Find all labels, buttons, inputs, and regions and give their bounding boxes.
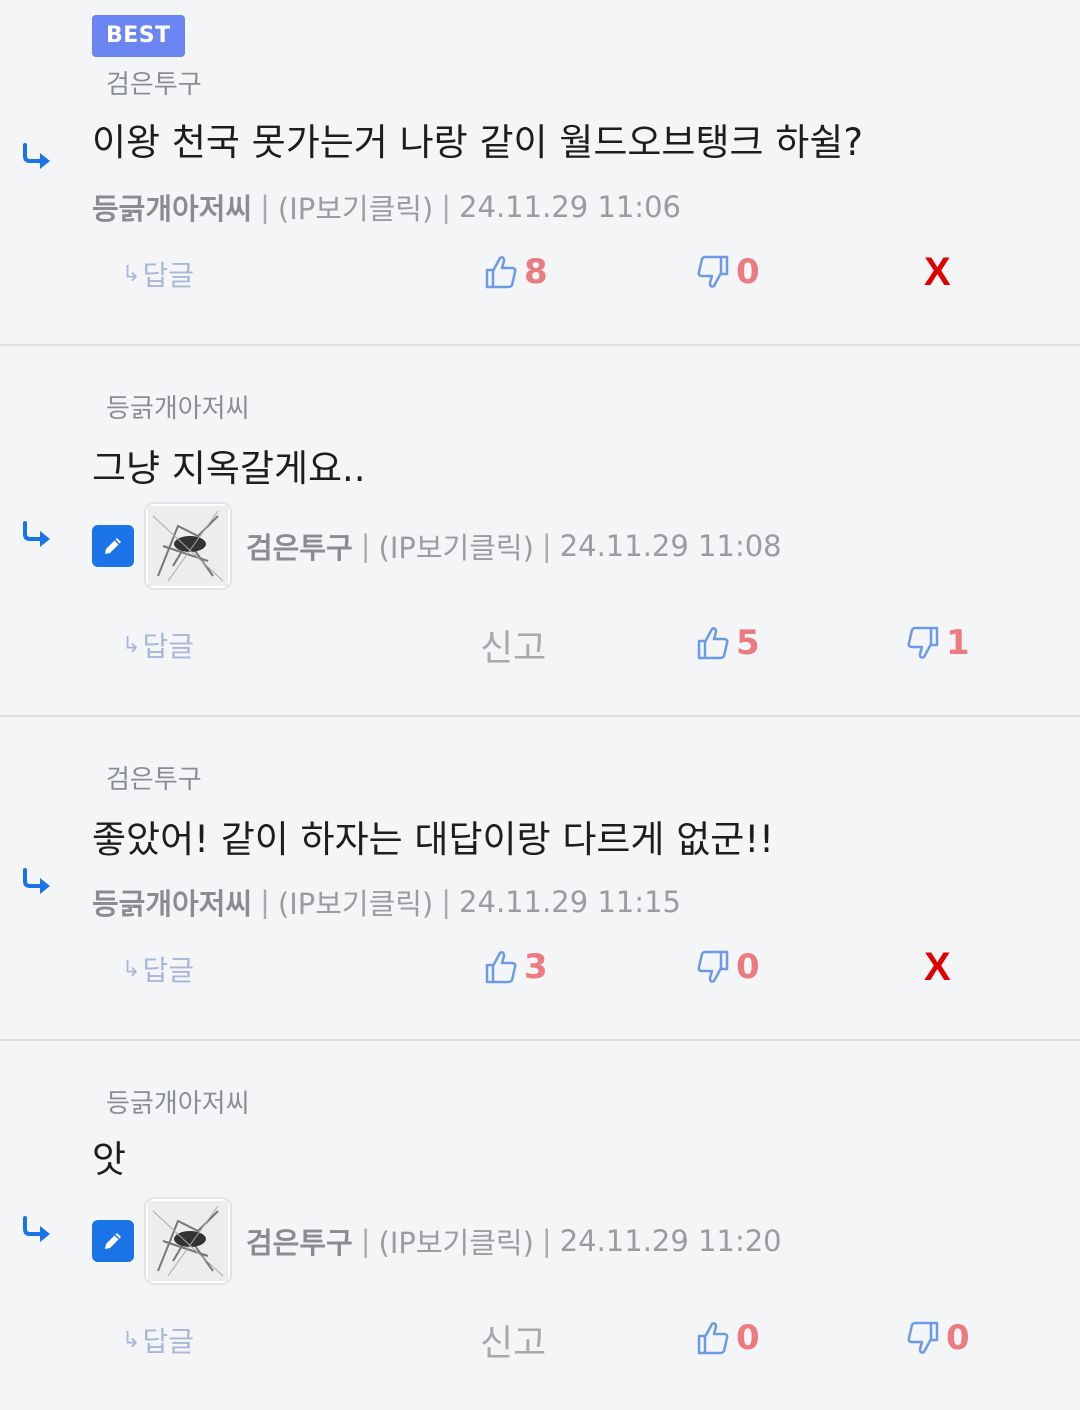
separator: | (441, 190, 452, 224)
thumbs-down-icon (907, 626, 939, 659)
reply-label: 답글 (142, 1325, 194, 1358)
thumbs-down-icon (697, 950, 729, 983)
ip-view-link[interactable]: (IP보기클릭) (379, 525, 534, 567)
separator: | (260, 190, 270, 224)
ip-view-link[interactable]: (IP보기클릭) (278, 881, 433, 923)
separator: | (541, 529, 552, 563)
ip-view-link[interactable]: (IP보기클릭) (379, 1220, 534, 1262)
avatar[interactable] (146, 1199, 230, 1283)
comment-datetime: 24.11.29 11:06 (459, 190, 681, 224)
upvote-button[interactable]: 0 (696, 1318, 760, 1358)
downvote-button[interactable]: 0 (696, 252, 760, 292)
separator: | (360, 1224, 371, 1258)
upvote-count: 3 (524, 947, 548, 987)
reply-button[interactable]: ↳ 답글 (122, 254, 194, 294)
thumbs-up-icon (485, 951, 517, 984)
upvote-button[interactable]: 5 (696, 623, 760, 663)
avatar[interactable] (146, 504, 230, 588)
comment-actions: ↳ 답글 8 0 X (0, 248, 1080, 298)
upvote-count: 8 (524, 252, 548, 292)
report-button[interactable]: 신고 (480, 619, 546, 671)
best-badge: BEST (92, 15, 185, 57)
comment-text: 그냥 지옥갈게요.. (92, 447, 366, 490)
reply-arrow-icon (20, 142, 54, 172)
separator: | (360, 529, 371, 563)
comment-text: 이왕 천국 못가는거 나랑 같이 월드오브탱크 하쉴? (92, 121, 864, 164)
comment-text: 좋았어! 같이 하자는 대답이랑 다르게 없군!! (92, 818, 774, 861)
downvote-button[interactable]: 0 (696, 947, 760, 987)
author-name[interactable]: 검은투구 (246, 1220, 353, 1262)
reply-label: 답글 (142, 954, 194, 987)
reply-label: 답글 (142, 259, 194, 292)
ip-view-link[interactable]: (IP보기클릭) (278, 186, 433, 228)
comment-actions: ↳ 답글 신고 0 0 (0, 1314, 1080, 1364)
comment: 검은투구 좋았어! 같이 하자는 대답이랑 다르게 없군!! 등긁개아저씨 | … (0, 717, 1080, 1041)
thumbs-down-icon (697, 255, 729, 288)
reply-to-name[interactable]: 검은투구 (106, 759, 202, 796)
reply-small-icon: ↳ (122, 956, 141, 982)
upvote-count: 0 (736, 1318, 760, 1358)
delete-button[interactable]: X (924, 945, 951, 990)
comment-meta: 검은투구 | (IP보기클릭) | 24.11.29 11:08 (92, 504, 782, 588)
thumbs-down-icon (907, 1321, 939, 1354)
comment-meta: 등긁개아저씨 | (IP보기클릭) | 24.11.29 11:06 (92, 186, 681, 228)
reply-to-name[interactable]: 검은투구 (106, 64, 202, 101)
upvote-button[interactable]: 8 (484, 252, 548, 292)
reply-button[interactable]: ↳ 답글 (122, 625, 194, 665)
downvote-button[interactable]: 1 (906, 623, 970, 663)
comment: 등긁개아저씨 앗 검은투구 | (IP보기클릭) | 24.11.29 11:2… (0, 1041, 1080, 1410)
delete-button[interactable]: X (924, 250, 951, 295)
upvote-count: 5 (736, 623, 760, 663)
downvote-count: 0 (736, 947, 760, 987)
reply-arrow-icon (20, 1215, 54, 1245)
upvote-button[interactable]: 3 (484, 947, 548, 987)
author-name[interactable]: 등긁개아저씨 (92, 186, 252, 228)
thumbs-up-icon (485, 256, 517, 289)
comment-meta: 검은투구 | (IP보기클릭) | 24.11.29 11:20 (92, 1199, 782, 1283)
separator: | (260, 885, 270, 919)
reply-arrow-icon (20, 520, 54, 550)
reply-to-name[interactable]: 등긁개아저씨 (106, 1083, 250, 1120)
comment-actions: ↳ 답글 신고 5 1 (0, 619, 1080, 669)
reply-to-name[interactable]: 등긁개아저씨 (106, 388, 250, 425)
comment-actions: ↳ 답글 3 0 X (0, 943, 1080, 993)
downvote-count: 0 (946, 1318, 970, 1358)
reply-small-icon: ↳ (122, 1327, 141, 1353)
author-name[interactable]: 검은투구 (246, 525, 353, 567)
comment-text: 앗 (92, 1138, 127, 1181)
comment-meta: 등긁개아저씨 | (IP보기클릭) | 24.11.29 11:15 (92, 881, 681, 923)
pencil-icon[interactable] (92, 1220, 134, 1262)
report-button[interactable]: 신고 (480, 1314, 546, 1366)
downvote-count: 0 (736, 252, 760, 292)
comment: BEST 검은투구 이왕 천국 못가는거 나랑 같이 월드오브탱크 하쉴? 등긁… (0, 0, 1080, 346)
pencil-icon[interactable] (92, 525, 134, 567)
reply-arrow-icon (20, 867, 54, 897)
reply-small-icon: ↳ (122, 632, 141, 658)
reply-button[interactable]: ↳ 답글 (122, 949, 194, 989)
downvote-count: 1 (946, 623, 970, 663)
comment: 등긁개아저씨 그냥 지옥갈게요.. 검은투구 | (IP보기클릭) | 24.1… (0, 346, 1080, 717)
reply-button[interactable]: ↳ 답글 (122, 1320, 194, 1360)
comment-datetime: 24.11.29 11:20 (559, 1224, 782, 1258)
reply-label: 답글 (142, 630, 194, 663)
comment-datetime: 24.11.29 11:08 (559, 529, 782, 563)
author-name[interactable]: 등긁개아저씨 (92, 881, 252, 923)
downvote-button[interactable]: 0 (906, 1318, 970, 1358)
thumbs-up-icon (697, 1322, 729, 1355)
comment-datetime: 24.11.29 11:15 (459, 885, 681, 919)
separator: | (441, 885, 452, 919)
reply-small-icon: ↳ (122, 261, 141, 287)
separator: | (541, 1224, 552, 1258)
thumbs-up-icon (697, 627, 729, 660)
